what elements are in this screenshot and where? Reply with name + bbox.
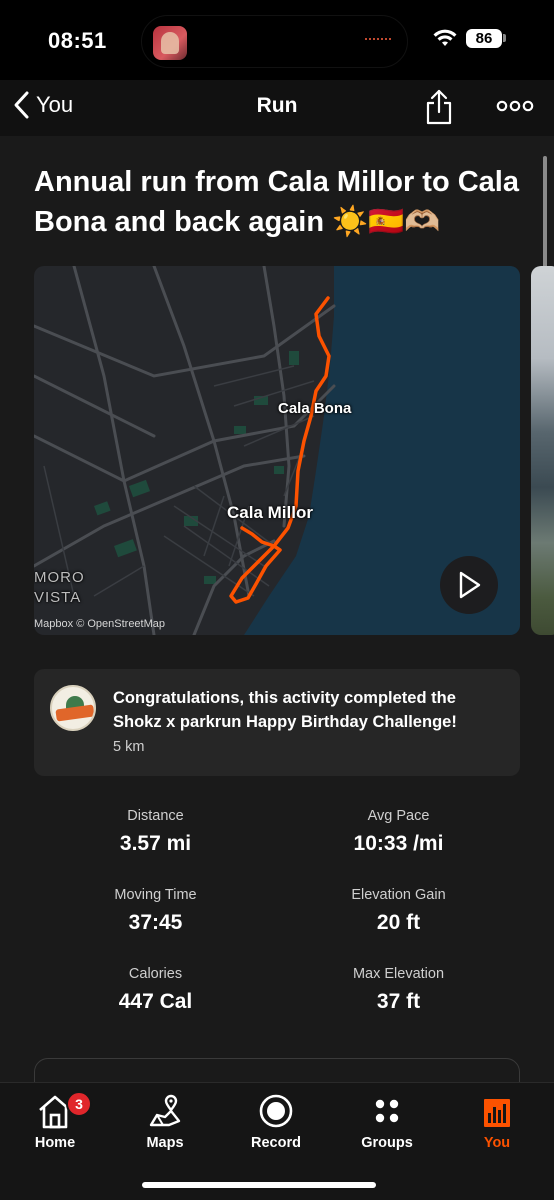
tab-label: Home [34, 1135, 76, 1151]
battery-level: 86 [466, 28, 502, 48]
stat-avg-pace: Avg Pace 10:33 /mi [277, 808, 520, 856]
stat-value: 3.57 mi [119, 832, 192, 855]
record-icon [259, 1094, 293, 1128]
stat-value: 37:45 [128, 911, 183, 934]
tab-you[interactable]: You [442, 1091, 552, 1157]
activity-detail-scroll[interactable]: Annual run from Cala Millor to Cala Bona… [0, 136, 554, 1082]
stat-value: 10:33 /mi [353, 832, 444, 855]
stat-label: Max Elevation [352, 966, 445, 982]
map-label-cala-bona: Cala Bona [278, 400, 352, 417]
play-flyover-button[interactable] [440, 556, 498, 614]
more-options-icon[interactable] [496, 94, 534, 118]
stat-label: Elevation Gain [351, 887, 446, 903]
scrollbar[interactable] [543, 156, 547, 278]
live-activity-indicator [365, 38, 391, 44]
map-label-cala-millor: Cala Millor [227, 503, 313, 522]
battery-icon: 86 [466, 28, 506, 48]
stat-elevation-gain: Elevation Gain 20 ft [277, 887, 520, 935]
stat-value: 20 ft [376, 911, 421, 934]
nav-bar: You Run [0, 80, 554, 136]
share-icon[interactable] [424, 88, 454, 126]
stat-calories: Calories 447 Cal [34, 966, 277, 1014]
achievement-distance: 5 km [113, 739, 145, 755]
tab-bar: Home 3 Maps Record Groups You [0, 1082, 554, 1200]
tab-label: You [483, 1135, 511, 1151]
stat-value: 447 Cal [118, 990, 193, 1013]
tab-groups[interactable]: Groups [332, 1091, 442, 1157]
page-title: Run [256, 94, 298, 117]
challenge-badge-icon [50, 685, 96, 731]
groups-icon [375, 1099, 399, 1123]
map-label-moro-line1: MORO [34, 569, 85, 586]
wifi-icon [433, 29, 457, 46]
tab-home[interactable]: Home 3 [0, 1091, 110, 1157]
route-map[interactable]: Cala Bona Cala Millor MORO VISTA Mapbox … [34, 266, 520, 635]
tab-maps[interactable]: Maps [110, 1091, 220, 1157]
stat-label: Avg Pace [367, 808, 430, 824]
achievement-text: Congratulations, this activity completed… [113, 689, 457, 731]
activity-title: Annual run from Cala Millor to Cala Bona… [34, 166, 519, 238]
stat-label: Calories [128, 966, 183, 982]
next-section-card[interactable] [34, 1058, 520, 1082]
status-indicators: 86 [432, 28, 506, 48]
challenge-achievement-card[interactable]: Congratulations, this activity completed… [34, 669, 520, 776]
stat-distance: Distance 3.57 mi [34, 808, 277, 856]
tab-label: Groups [361, 1135, 413, 1151]
notification-badge: 3 [66, 1091, 92, 1117]
tab-record[interactable]: Record [221, 1091, 331, 1157]
status-time: 08:51 [48, 28, 107, 53]
stat-max-elevation: Max Elevation 37 ft [277, 966, 520, 1014]
map-label-moro-vista: MORO VISTA [34, 568, 85, 608]
play-icon [459, 571, 481, 599]
map-attribution[interactable]: Mapbox © OpenStreetMap [34, 618, 165, 630]
stat-label: Distance [127, 808, 184, 824]
stat-label: Moving Time [114, 887, 197, 903]
stat-value: 37 ft [376, 990, 421, 1013]
live-activity-thumbnail [153, 26, 187, 60]
home-indicator[interactable] [142, 1182, 376, 1188]
you-icon [484, 1099, 510, 1127]
activity-photo-thumbnail[interactable] [531, 266, 554, 635]
tab-label: Record [251, 1135, 301, 1151]
stat-moving-time: Moving Time 37:45 [34, 887, 277, 935]
tab-label: Maps [146, 1135, 184, 1151]
status-bar: 08:51 86 [0, 0, 554, 80]
map-label-moro-line2: VISTA [34, 589, 82, 606]
maps-icon [149, 1094, 181, 1127]
dynamic-island [141, 15, 408, 68]
